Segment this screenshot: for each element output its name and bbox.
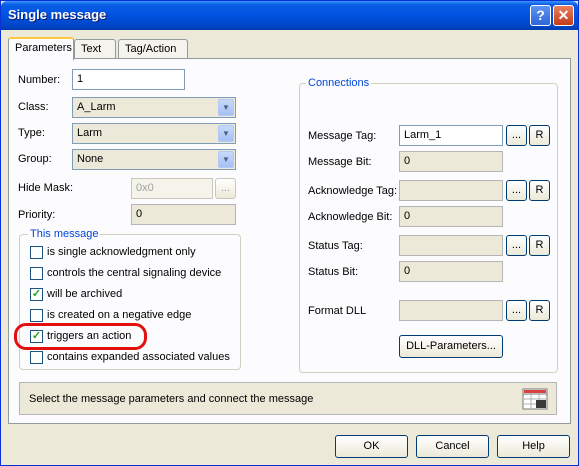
message-bit-label: Message Bit: bbox=[308, 156, 372, 168]
help-button[interactable]: Help bbox=[497, 435, 570, 458]
group-value: None bbox=[77, 153, 104, 165]
status-tag-r-button[interactable]: R bbox=[529, 235, 550, 256]
status-bit-input[interactable]: 0 bbox=[399, 261, 503, 282]
hide-mask-label: Hide Mask: bbox=[18, 182, 74, 194]
status-tag-browse-button[interactable]: ... bbox=[506, 235, 527, 256]
format-dll-r-button[interactable]: R bbox=[529, 300, 550, 321]
tab-label: Tag/Action bbox=[125, 43, 177, 55]
question-icon: ? bbox=[536, 7, 545, 23]
negative-edge-label: is created on a negative edge bbox=[47, 309, 192, 321]
tab-text[interactable]: Text bbox=[74, 39, 116, 59]
number-input[interactable]: 1 bbox=[72, 69, 185, 90]
help-title-button[interactable]: ? bbox=[530, 5, 551, 26]
group-label: Group: bbox=[18, 153, 52, 165]
chevron-down-icon[interactable]: ▼ bbox=[218, 99, 234, 116]
chevron-down-icon[interactable]: ▼ bbox=[218, 151, 234, 168]
this-message-title: This message bbox=[28, 228, 101, 240]
single-ack-checkbox[interactable] bbox=[30, 246, 43, 259]
ack-bit-input[interactable]: 0 bbox=[399, 206, 503, 227]
message-tag-r-button[interactable]: R bbox=[529, 125, 550, 146]
message-tag-browse-button[interactable]: ... bbox=[506, 125, 527, 146]
status-bit-label: Status Bit: bbox=[308, 266, 359, 278]
class-select[interactable]: A_Larm ▼ bbox=[72, 97, 236, 118]
red-highlight-oval bbox=[14, 323, 147, 350]
status-tag-label: Status Tag: bbox=[308, 240, 363, 252]
status-hint-box: Select the message parameters and connec… bbox=[19, 382, 557, 415]
priority-input[interactable]: 0 bbox=[131, 204, 236, 225]
central-signal-label: controls the central signaling device bbox=[47, 267, 222, 279]
window-title: Single message bbox=[8, 7, 107, 22]
ok-button[interactable]: OK bbox=[335, 435, 408, 458]
status-hint-text: Select the message parameters and connec… bbox=[29, 393, 314, 405]
tab-parameters[interactable]: Parameters bbox=[8, 37, 74, 60]
type-select[interactable]: Larm ▼ bbox=[72, 123, 236, 144]
ack-tag-input[interactable] bbox=[399, 180, 503, 201]
ack-tag-browse-button[interactable]: ... bbox=[506, 180, 527, 201]
hide-mask-browse-button: ... bbox=[215, 178, 236, 199]
connections-title: Connections bbox=[306, 77, 372, 89]
number-label: Number: bbox=[18, 74, 61, 86]
archived-label: will be archived bbox=[47, 288, 123, 300]
class-value: A_Larm bbox=[77, 101, 116, 113]
cancel-button[interactable]: Cancel bbox=[416, 435, 489, 458]
priority-label: Priority: bbox=[18, 209, 56, 221]
ack-bit-label: Acknowledge Bit: bbox=[308, 211, 393, 223]
hide-mask-input: 0x0 bbox=[131, 178, 213, 199]
message-tag-input[interactable]: Larm_1 bbox=[399, 125, 503, 146]
tab-label: Parameters bbox=[15, 42, 72, 54]
tab-label: Text bbox=[81, 43, 102, 55]
archived-checkbox[interactable]: ✓ bbox=[30, 288, 43, 301]
chevron-down-icon[interactable]: ▼ bbox=[218, 125, 234, 142]
close-button[interactable]: ✕ bbox=[553, 5, 574, 26]
single-ack-label: is single acknowledgment only bbox=[47, 246, 196, 258]
central-signal-checkbox[interactable] bbox=[30, 267, 43, 280]
status-tag-input[interactable] bbox=[399, 235, 503, 256]
type-label: Type: bbox=[18, 127, 45, 139]
type-value: Larm bbox=[77, 127, 103, 139]
negative-edge-checkbox[interactable] bbox=[30, 309, 43, 322]
table-icon bbox=[522, 388, 548, 410]
expanded-values-label: contains expanded associated values bbox=[47, 351, 230, 363]
class-label: Class: bbox=[18, 101, 49, 113]
format-dll-label: Format DLL bbox=[308, 305, 367, 317]
message-tag-label: Message Tag: bbox=[308, 130, 377, 142]
ack-tag-r-button[interactable]: R bbox=[529, 180, 550, 201]
title-bar[interactable]: Single message ? ✕ bbox=[1, 1, 578, 30]
ack-tag-label: Acknowledge Tag: bbox=[308, 185, 398, 197]
group-select[interactable]: None ▼ bbox=[72, 149, 236, 170]
tab-tag-action[interactable]: Tag/Action bbox=[118, 39, 188, 59]
dll-parameters-button[interactable]: DLL-Parameters... bbox=[399, 335, 503, 358]
format-dll-input[interactable] bbox=[399, 300, 503, 321]
expanded-values-checkbox[interactable] bbox=[30, 351, 43, 364]
format-dll-browse-button[interactable]: ... bbox=[506, 300, 527, 321]
dialog-window: Single message ? ✕ Parameters Text Tag/A… bbox=[0, 0, 579, 466]
close-icon: ✕ bbox=[557, 7, 570, 23]
message-bit-input[interactable]: 0 bbox=[399, 151, 503, 172]
